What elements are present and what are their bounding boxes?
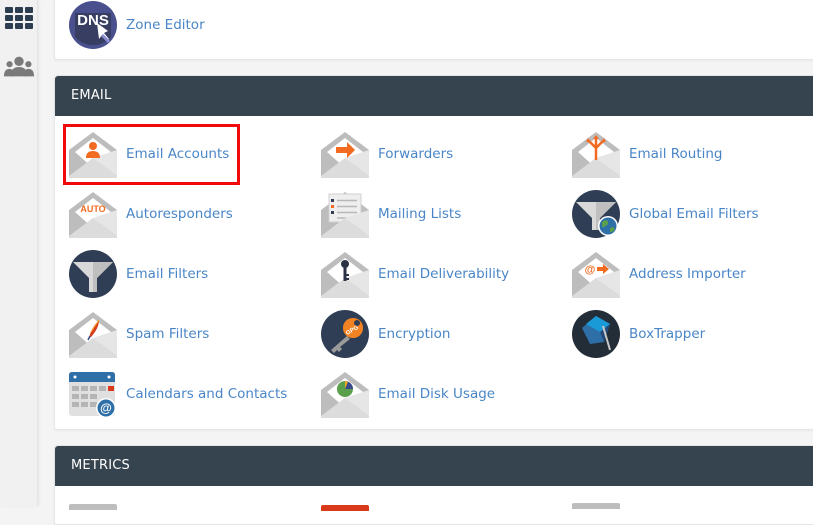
zone-editor-label: Zone Editor <box>126 17 205 33</box>
boxtrapper-label: BoxTrapper <box>629 326 706 342</box>
spam-filters-link[interactable]: Spam Filters <box>69 310 209 358</box>
encryption-label: Encryption <box>378 326 451 342</box>
email-deliverability-label: Email Deliverability <box>378 266 510 282</box>
metrics-panel: METRICS <box>54 445 813 525</box>
calendars-contacts-link[interactable]: @ Calendars and Contacts <box>69 370 287 418</box>
mailing-lists-label: Mailing Lists <box>378 206 462 222</box>
email-filters-link[interactable]: Email Filters <box>69 250 208 298</box>
metrics-section-header: METRICS <box>55 446 813 486</box>
forwarders-link[interactable]: Forwarders <box>321 130 453 178</box>
grid-icon <box>5 7 33 29</box>
sidebar-item-users[interactable] <box>3 53 35 81</box>
svg-text:DNS: DNS <box>77 12 109 29</box>
encryption-link[interactable]: GPG Encryption <box>321 310 450 358</box>
autoresponders-link[interactable]: AUTO Autoresponders <box>69 190 233 238</box>
calendars-contacts-label: Calendars and Contacts <box>126 386 288 402</box>
mailing-lists-icon <box>321 190 369 238</box>
calendars-contacts-icon: @ <box>69 370 117 418</box>
address-importer-link[interactable]: @ Address Importer <box>572 250 746 298</box>
dns-icon: DNS <box>69 1 117 49</box>
svg-text:@: @ <box>100 401 112 415</box>
autoresponders-label: Autoresponders <box>126 206 233 222</box>
spam-filters-icon <box>69 310 117 358</box>
zone-editor-link[interactable]: DNS Zone Editor <box>69 1 205 49</box>
global-email-filters-link[interactable]: Global Email Filters <box>572 190 759 238</box>
boxtrapper-icon <box>572 310 620 358</box>
global-email-filters-icon <box>572 190 620 238</box>
email-routing-label: Email Routing <box>629 146 723 162</box>
boxtrapper-link[interactable]: BoxTrapper <box>572 310 705 358</box>
highlight-box <box>63 124 240 185</box>
address-importer-icon: @ <box>572 250 620 298</box>
metrics-item-icon-partial <box>572 503 620 509</box>
email-deliverability-link[interactable]: Email Deliverability <box>321 250 509 298</box>
forwarders-label: Forwarders <box>378 146 454 162</box>
svg-text:AUTO: AUTO <box>80 204 105 214</box>
email-filters-icon <box>69 250 117 298</box>
sidebar-item-tools[interactable] <box>3 4 35 32</box>
spam-filters-label: Spam Filters <box>126 326 210 342</box>
email-filters-label: Email Filters <box>126 266 209 282</box>
global-email-filters-label: Global Email Filters <box>629 206 759 222</box>
encryption-icon: GPG <box>321 310 369 358</box>
email-routing-link[interactable]: Email Routing <box>572 130 723 178</box>
email-disk-usage-label: Email Disk Usage <box>378 386 496 402</box>
users-icon <box>3 56 35 77</box>
email-deliverability-icon <box>321 250 369 298</box>
address-importer-label: Address Importer <box>629 266 746 282</box>
autoresponders-icon: AUTO <box>69 190 117 238</box>
email-disk-usage-link[interactable]: Email Disk Usage <box>321 370 495 418</box>
email-section-header: EMAIL <box>55 76 813 116</box>
forwarders-icon <box>321 130 369 178</box>
mailing-lists-link[interactable]: Mailing Lists <box>321 190 461 238</box>
metrics-item-icon-partial <box>69 504 117 510</box>
email-routing-icon <box>572 130 620 178</box>
domains-panel: DNS Zone Editor <box>54 0 813 60</box>
email-disk-usage-icon <box>321 370 369 418</box>
sidebar <box>0 0 38 506</box>
svg-text:@: @ <box>585 264 596 276</box>
